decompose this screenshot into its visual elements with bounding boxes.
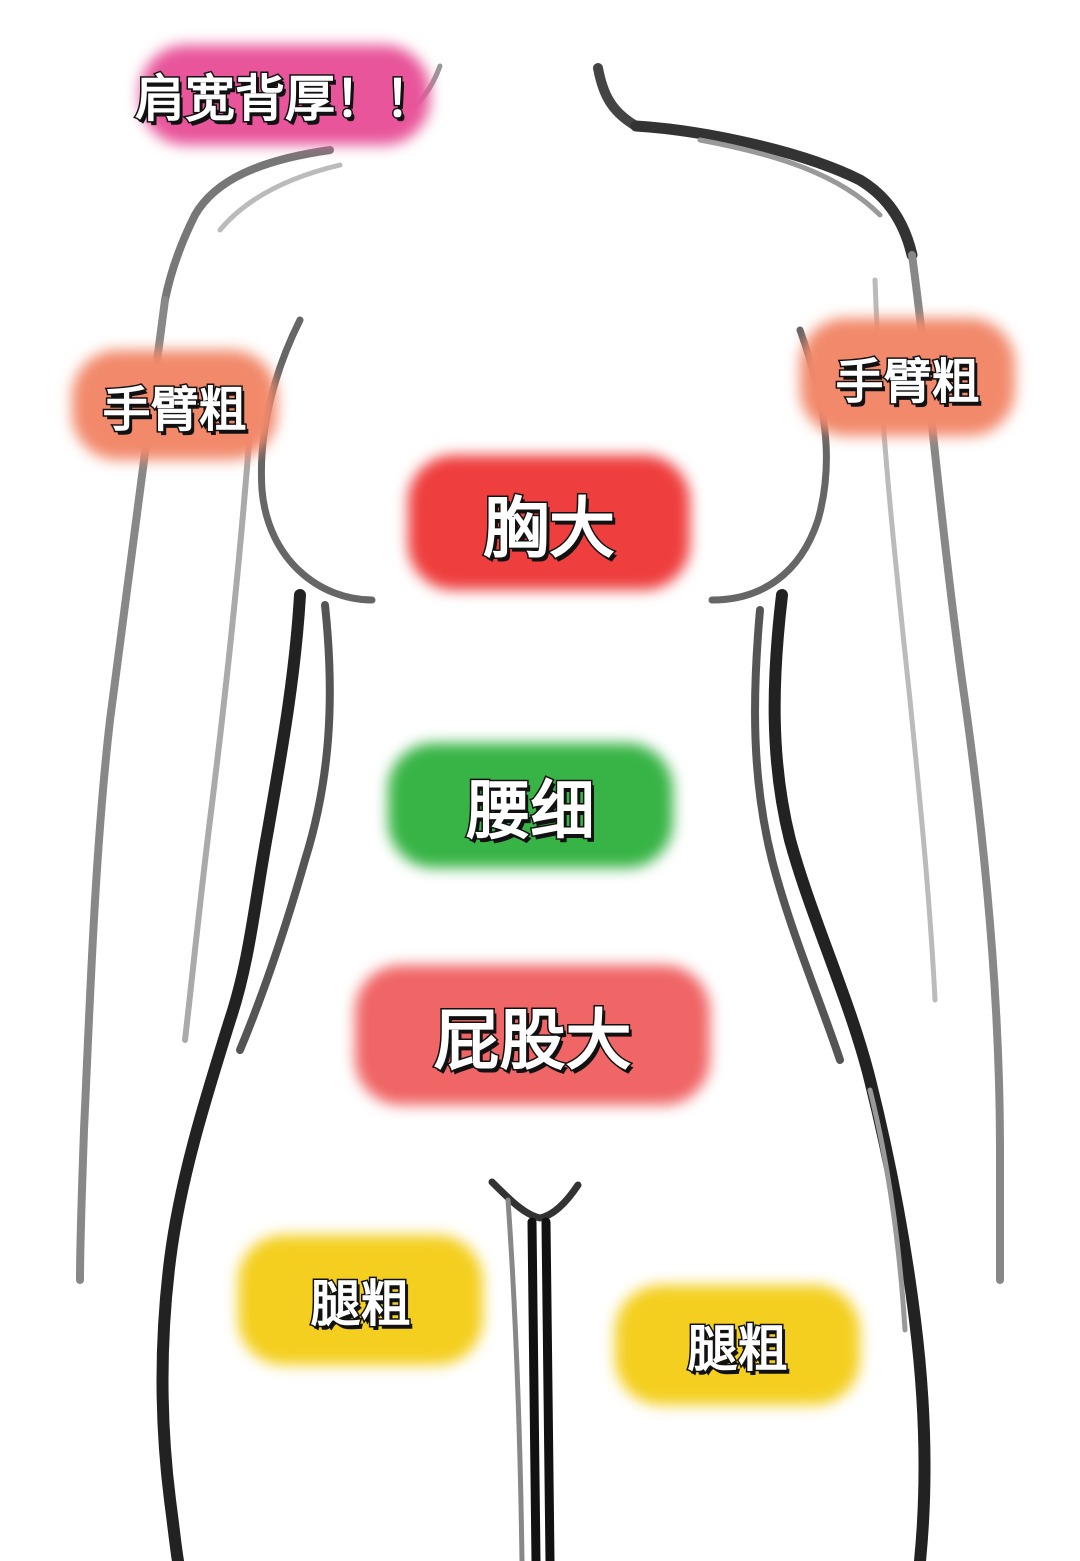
torso-contour-right — [768, 589, 931, 1561]
label-chest: 胸大 — [408, 455, 690, 590]
inner-leg-shade — [505, 1197, 525, 1561]
crotch-line — [488, 1178, 582, 1222]
label-arm-left-text: 手臂粗 — [101, 381, 248, 440]
label-thigh-right: 腿粗 — [615, 1285, 860, 1405]
inner-leg-line-left — [527, 1217, 541, 1561]
arm-inner-left — [182, 427, 253, 1043]
neck-line-right — [593, 63, 641, 131]
torso-contour-left — [156, 589, 306, 1561]
chest-curve-left — [257, 316, 376, 604]
label-waist: 腰细 — [388, 743, 673, 868]
label-hips-text: 屁股大 — [432, 1001, 633, 1081]
body-shape-diagram: 肩宽背厚！！ 手臂粗 手臂粗 胸大 腰细 屁股大 腿粗 腿粗 — [0, 0, 1080, 1561]
label-chest-text: 胸大 — [482, 488, 617, 568]
label-hips: 屁股大 — [355, 965, 710, 1105]
label-arm-right: 手臂粗 — [800, 318, 1015, 436]
label-arm-left: 手臂粗 — [72, 350, 277, 460]
label-thigh-left: 腿粗 — [238, 1235, 483, 1365]
label-shoulders-text: 肩宽背厚！！ — [134, 69, 437, 130]
inner-leg-line-right — [541, 1217, 555, 1561]
shoulder-line-right — [630, 120, 918, 261]
label-waist-text: 腰细 — [465, 773, 596, 850]
label-shoulders: 肩宽背厚！！ — [134, 45, 437, 145]
label-thigh-right-text: 腿粗 — [686, 1319, 789, 1380]
label-arm-right-text: 手臂粗 — [834, 353, 981, 412]
label-thigh-left-text: 腿粗 — [309, 1274, 412, 1335]
torso-shade-right — [751, 606, 844, 1064]
torso-shade-left — [236, 601, 334, 1054]
